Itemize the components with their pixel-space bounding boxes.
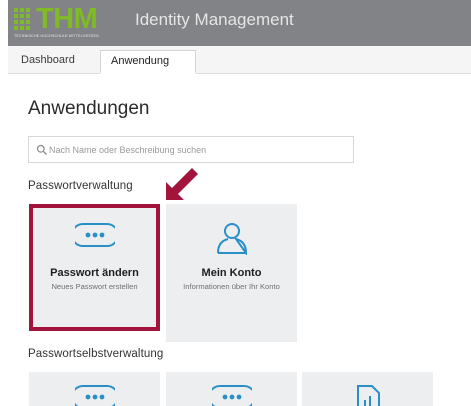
arrow-pointer-icon — [166, 168, 198, 200]
app-title: Identity Management — [135, 10, 294, 29]
tile-title: Mein Konto — [201, 267, 262, 279]
section-title-passwortselbstverwaltung: Passwortselbstverwaltung — [28, 348, 164, 360]
tab-bar: Dashboard Anwendung — [8, 46, 471, 74]
app-header: THM TECHNISCHE HOCHSCHULE MITTELHESSEN I… — [8, 0, 471, 46]
password-dots-icon — [211, 385, 252, 406]
logo-grid-icon — [14, 8, 30, 32]
thm-logo[interactable]: THM TECHNISCHE HOCHSCHULE MITTELHESSEN — [14, 3, 134, 42]
tile-selbstverwaltung-1[interactable] — [29, 372, 160, 406]
logo-subtitle: TECHNISCHE HOCHSCHULE MITTELHESSEN — [14, 34, 99, 38]
tile-selbstverwaltung-2[interactable] — [166, 372, 297, 406]
main-content: Anwendungen Passwortverwaltung Passwort … — [8, 74, 471, 406]
user-icon — [216, 223, 247, 255]
tab-dashboard[interactable]: Dashboard — [11, 50, 85, 74]
tile-selbstverwaltung-3[interactable] — [302, 372, 433, 406]
tile-title: Passwort ändern — [50, 267, 139, 279]
password-dots-icon — [74, 385, 115, 406]
tile-description: Neues Passwort erstellen — [51, 282, 138, 291]
tab-anwendung[interactable]: Anwendung — [100, 50, 196, 74]
tile-description: Informationen über Ihr Konto — [183, 282, 280, 291]
search-input[interactable] — [49, 137, 349, 162]
section-title-passwortverwaltung: Passwortverwaltung — [28, 180, 133, 192]
document-chart-icon — [356, 385, 380, 406]
logo-text: THM — [36, 3, 98, 35]
page-title: Anwendungen — [28, 98, 150, 119]
password-dots-icon — [74, 223, 115, 247]
tile-passwort-aendern[interactable]: Passwort ändern Neues Passwort erstellen — [29, 204, 160, 331]
search-box[interactable] — [28, 136, 354, 163]
tile-mein-konto[interactable]: Mein Konto Informationen über Ihr Konto — [166, 204, 297, 342]
search-icon — [36, 144, 47, 155]
